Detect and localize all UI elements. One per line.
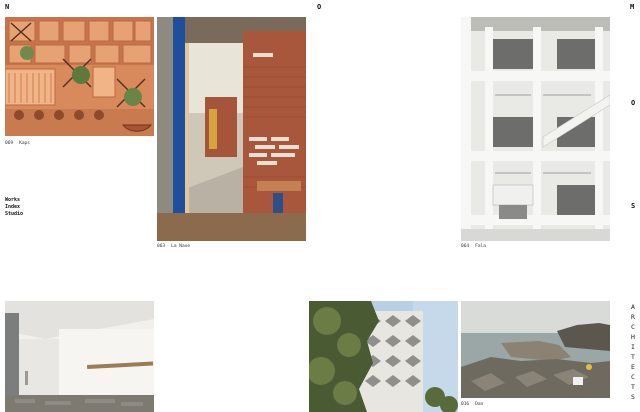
vertical-letter: C [631,323,635,331]
project-number: 063 [157,244,166,249]
project-number: 069 [5,141,14,146]
project-number: 064 [461,244,470,249]
vertical-letter: T [631,353,635,361]
logo-letter-o: O [317,3,322,11]
nav-studio-link[interactable]: Studio [5,211,23,218]
project-image-kaps[interactable] [5,17,154,136]
caption-dan: 016 Dan [461,402,483,407]
vertical-letter: H [631,333,635,341]
project-image-dan[interactable] [461,301,610,398]
logo-letter-o-side: O [631,99,636,107]
vertical-letter: E [631,363,635,371]
caption-fala: 064 Fala [461,244,486,249]
project-name: Fala [475,244,486,249]
logo-letter-n: N [5,3,10,11]
nav-works-link[interactable]: Works [5,197,23,204]
architects-vertical-word: A R C H I T E C T S [629,302,637,402]
project-image-la-nave[interactable] [157,17,306,241]
logo-letter-m: M [630,3,635,11]
project-name: La Nave [171,244,191,249]
vertical-letter: S [631,393,635,401]
vertical-letter: I [631,343,635,351]
logo-letter-s-side: S [631,202,636,210]
project-image-fala[interactable] [461,17,610,241]
caption-kaps: 069 Kaps [5,141,30,146]
vertical-letter: A [631,303,635,311]
vertical-letter: R [631,313,635,321]
project-image-facade-tree[interactable] [309,301,458,412]
project-name: Dan [475,402,484,407]
vertical-letter: T [631,383,635,391]
caption-la-nave: 063 La Nave [157,244,190,249]
nav-index-link[interactable]: Index [5,204,23,211]
project-image-interior[interactable] [5,301,154,412]
project-number: 016 [461,402,470,407]
project-name: Kaps [19,141,30,146]
vertical-letter: C [631,373,635,381]
main-nav: Works Index Studio [5,197,23,218]
